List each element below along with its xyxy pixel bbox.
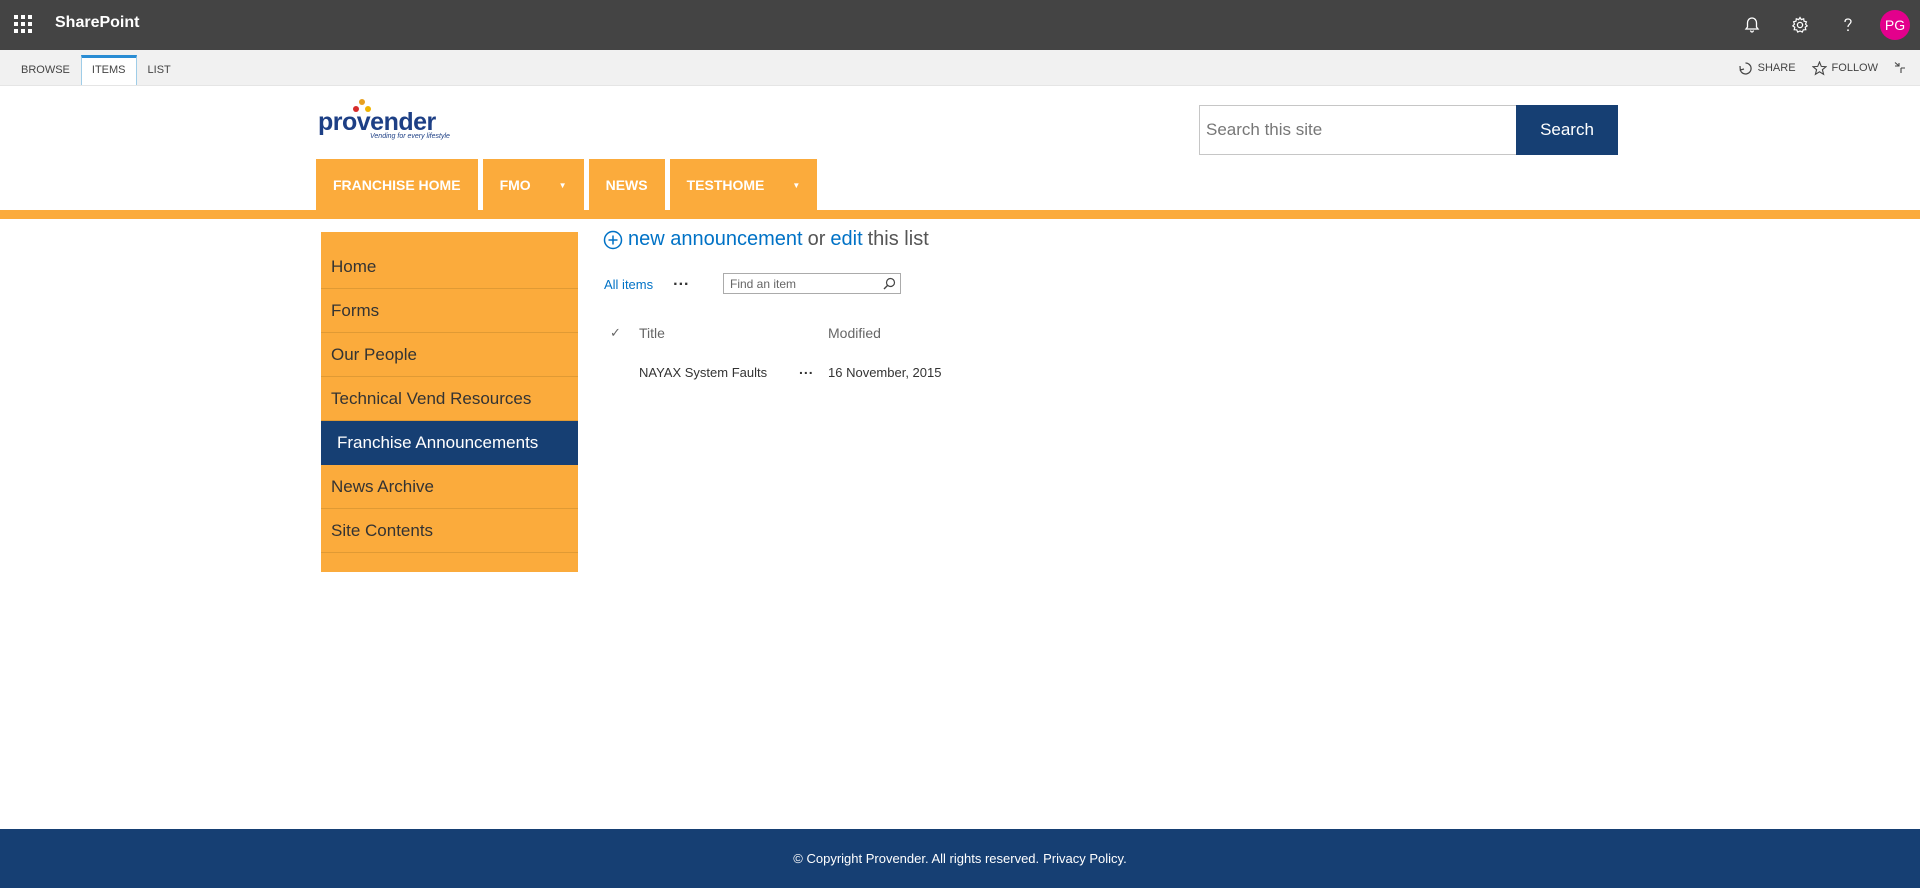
user-avatar[interactable]: PG bbox=[1880, 10, 1910, 40]
row-menu-button[interactable]: ... bbox=[799, 361, 814, 377]
left-navigation: Home Forms Our People Technical Vend Res… bbox=[321, 232, 578, 572]
tab-browse[interactable]: BROWSE bbox=[10, 55, 81, 85]
leftnav-item-news-archive[interactable]: News Archive bbox=[321, 465, 578, 509]
logo-tagline: Vending for every lifestyle bbox=[370, 133, 450, 140]
provender-logo[interactable]: provender Vending for every lifestyle bbox=[318, 96, 453, 146]
share-icon bbox=[1739, 61, 1752, 75]
tab-items[interactable]: ITEMS bbox=[80, 55, 137, 85]
topnav-news[interactable]: NEWS bbox=[588, 159, 665, 211]
search-button[interactable]: Search bbox=[1516, 105, 1618, 155]
follow-button[interactable]: FOLLOW bbox=[1811, 60, 1878, 76]
add-circle-icon[interactable] bbox=[603, 230, 623, 250]
find-item-input[interactable] bbox=[724, 274, 879, 293]
suite-bar: SharePoint PG bbox=[0, 0, 1920, 50]
list-header-row: ✓ Title Modified bbox=[604, 325, 964, 345]
leftnav-item-site-contents[interactable]: Site Contents bbox=[321, 509, 578, 553]
more-views-button[interactable]: ... bbox=[673, 272, 689, 290]
caret-down-icon: ▼ bbox=[558, 180, 567, 190]
or-text: or bbox=[807, 228, 826, 250]
search-icon[interactable] bbox=[883, 277, 896, 290]
topnav-label: FMO bbox=[499, 177, 531, 193]
table-row[interactable]: NAYAX System Faults ... 16 November, 201… bbox=[604, 361, 964, 385]
topnav-franchise-home[interactable]: FRANCHISE HOME bbox=[316, 159, 478, 211]
tab-list[interactable]: LIST bbox=[137, 55, 182, 85]
suite-title[interactable]: SharePoint bbox=[55, 14, 139, 32]
topnav-label: TESTHOME bbox=[686, 177, 765, 193]
view-selector: All items ... bbox=[604, 272, 689, 293]
topnav-label: NEWS bbox=[605, 177, 648, 193]
app-launcher-icon[interactable] bbox=[14, 15, 32, 33]
leftnav-item-technical-vend-resources[interactable]: Technical Vend Resources bbox=[321, 377, 578, 421]
page-footer: © Copyright Provender. All rights reserv… bbox=[0, 829, 1920, 888]
footer-copyright: © Copyright Provender. All rights reserv… bbox=[793, 851, 1040, 866]
ribbon-tabs: BROWSE ITEMS LIST bbox=[10, 55, 182, 85]
caret-down-icon: ▼ bbox=[792, 180, 801, 190]
ribbon-actions: SHARE FOLLOW bbox=[1722, 50, 1906, 86]
column-header-title[interactable]: Title bbox=[639, 325, 665, 341]
help-question-icon[interactable] bbox=[1824, 0, 1872, 50]
topnav-label: FRANCHISE HOME bbox=[333, 177, 461, 193]
leftnav-item-home[interactable]: Home bbox=[321, 245, 578, 289]
header-divider-bar bbox=[0, 210, 1920, 219]
leftnav-item-franchise-announcements[interactable]: Franchise Announcements bbox=[321, 421, 578, 465]
focus-on-content-button[interactable] bbox=[1894, 62, 1906, 74]
star-icon bbox=[1811, 60, 1827, 75]
new-announcement-bar: new announcement or edit this list bbox=[603, 228, 929, 251]
topnav-fmo[interactable]: FMO ▼ bbox=[482, 159, 584, 211]
select-all-checkmark[interactable]: ✓ bbox=[610, 325, 621, 341]
settings-gear-icon[interactable] bbox=[1776, 0, 1824, 50]
share-label: SHARE bbox=[1757, 62, 1796, 74]
notifications-bell-icon[interactable] bbox=[1728, 0, 1776, 50]
view-all-items[interactable]: All items bbox=[604, 277, 653, 292]
privacy-policy-link[interactable]: Privacy Policy. bbox=[1043, 851, 1127, 866]
follow-label: FOLLOW bbox=[1831, 62, 1878, 74]
find-item-box bbox=[723, 273, 901, 294]
ribbon-bar: BROWSE ITEMS LIST SHARE FOLLOW bbox=[0, 50, 1920, 86]
this-list-text: this list bbox=[867, 228, 929, 250]
topnav-testhome[interactable]: TESTHOME ▼ bbox=[669, 159, 818, 211]
new-announcement-link[interactable]: new announcement bbox=[628, 228, 803, 251]
share-button[interactable]: SHARE bbox=[1738, 61, 1796, 76]
logo-dot-icon bbox=[359, 99, 365, 105]
row-modified-date: 16 November, 2015 bbox=[828, 365, 942, 380]
leftnav-item-our-people[interactable]: Our People bbox=[321, 333, 578, 377]
leftnav-item-forms[interactable]: Forms bbox=[321, 289, 578, 333]
focus-content-icon bbox=[1894, 62, 1905, 73]
column-header-modified[interactable]: Modified bbox=[828, 325, 881, 341]
site-search-input[interactable] bbox=[1199, 105, 1518, 155]
top-navigation: FRANCHISE HOME FMO ▼ NEWS TESTHOME ▼ bbox=[316, 159, 822, 211]
row-title-link[interactable]: NAYAX System Faults bbox=[639, 365, 767, 380]
edit-list-link[interactable]: edit bbox=[830, 228, 862, 251]
suite-icons: PG bbox=[1728, 0, 1920, 50]
